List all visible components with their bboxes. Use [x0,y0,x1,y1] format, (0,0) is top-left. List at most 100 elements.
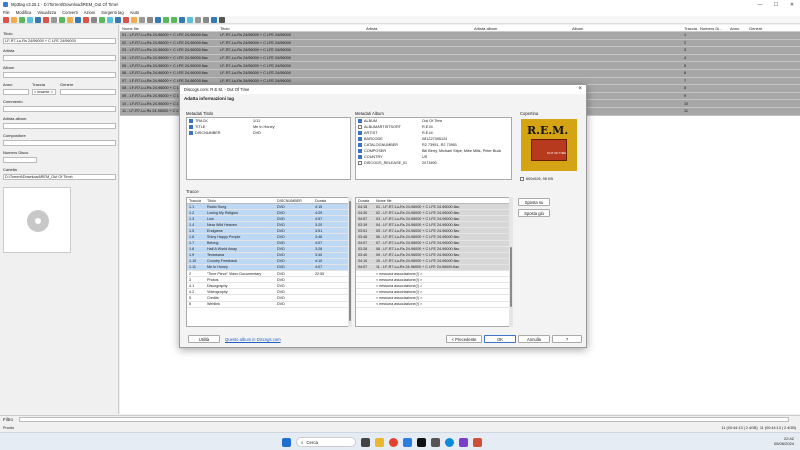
maximize-button[interactable]: ☐ [768,0,784,9]
col-year[interactable]: Anno [728,26,747,31]
toolbar-button-icon-20[interactable] [155,16,161,23]
files-scrollbar[interactable] [509,197,513,327]
col-genre[interactable]: Genere [747,26,787,31]
menu-edit[interactable]: Modifica [16,10,32,15]
close-button[interactable]: ✕ [784,0,800,9]
toolbar-button-icon-13[interactable] [99,16,105,23]
toolbar-button-icon-8[interactable] [59,16,65,23]
chrome-icon[interactable] [389,437,398,447]
app-icon-purple[interactable] [459,437,468,447]
col-album-artist[interactable]: Artista album [472,26,570,31]
tracks-scrollbar[interactable] [348,197,352,327]
menu-tag-sources[interactable]: Sorgenti tag [101,10,124,15]
metadata-checkbox[interactable] [358,119,362,123]
metadata-album-list[interactable]: ALBUM Out Of Time ALBUMARTISTSORT R.E.M. ART… [355,117,512,180]
menu-convert[interactable]: Converti [62,10,78,15]
metadata-row[interactable]: DISCNUMBER DVD [187,130,350,136]
toolbar-button-icon-2[interactable] [11,16,17,23]
file-match-row[interactable]: < nessuna associazione(!) > [356,302,511,308]
start-icon[interactable] [282,437,291,447]
taskbar-clock[interactable]: 22:42 05/06/2024 [774,436,794,446]
col-track[interactable]: Traccia [682,26,698,31]
table-row[interactable]: 01 - LF-R7-Lu-Rs 24-96000 + C LFE 24-960… [120,32,800,40]
col-file-name[interactable]: Nome file [374,199,494,203]
discnumber-field[interactable] [3,157,37,163]
col-artist[interactable]: Artista [364,26,472,31]
col-title[interactable]: Titolo [218,26,364,31]
metadata-checkbox[interactable] [358,149,362,153]
table-row[interactable]: 06 - LF-R7-Lu-Rs 24-96000 + C LFE 24-960… [120,69,800,78]
toolbar-button-icon-16[interactable] [123,16,129,23]
toolbar-button-icon-1[interactable] [3,16,9,23]
title-field[interactable]: LF-R7-Lu-Rs 24/96000 + C LFE 24/96000 [3,38,116,44]
help-button[interactable]: ? [552,335,582,343]
album-field[interactable] [3,72,116,78]
taskbar-search[interactable]: ⌕ Cerca [296,437,356,447]
task-view-icon[interactable] [361,437,370,447]
metadata-checkbox[interactable] [358,125,362,129]
toolbar-button-icon-11[interactable] [83,16,89,23]
minimize-button[interactable]: — [752,0,768,9]
toolbar-button-icon-28[interactable] [219,16,225,23]
filter-input[interactable] [19,417,789,422]
mp3tag-taskbar-icon[interactable] [473,437,482,447]
track-row[interactable]: 6 Weblink DVD [187,302,350,308]
file-match-list[interactable]: Durata Nome file 04:15 01 - LF-R7-Lu-Rs 2… [355,197,512,327]
toolbar-button-icon-27[interactable] [211,16,217,23]
metadata-row[interactable]: DISCOGS_RELEASE_ID 2073490 [356,160,511,166]
mail-icon[interactable] [403,437,412,447]
metadata-checkbox[interactable] [358,137,362,141]
toolbar-button-icon-25[interactable] [195,16,201,23]
metadata-checkbox[interactable] [358,161,362,165]
cover-art-placeholder[interactable] [3,187,71,253]
metadata-checkbox[interactable] [189,119,193,123]
toolbar-button-icon-3[interactable] [19,16,25,23]
app-icon-dark[interactable] [417,437,426,447]
album-artist-field[interactable] [3,123,116,129]
toolbar-button-icon-12[interactable] [91,16,97,23]
composer-field[interactable] [3,140,116,146]
artist-field[interactable] [3,55,116,61]
cancel-button[interactable]: Annulla [518,335,550,343]
tracks-scroll-thumb[interactable] [349,201,351,321]
menu-actions[interactable]: Azioni [84,10,95,15]
table-row[interactable]: 04 - LF-R7-Lu-Rs 24-96000 + C LFE 24-960… [120,54,800,63]
menu-file[interactable]: File [3,10,10,15]
discogs-album-link[interactable]: Questo album in Discogs.com [225,337,281,342]
file-explorer-icon[interactable] [375,437,384,447]
toolbar-button-icon-22[interactable] [171,16,177,23]
table-row[interactable]: 05 - LF-R7-Lu-Rs 24-96000 + C LFE 24-960… [120,62,800,70]
toolbar-button-icon-15[interactable] [115,16,121,23]
utility-button[interactable]: Utilità [188,335,220,343]
app-icon-grey[interactable] [431,437,440,447]
files-scroll-thumb[interactable] [510,247,512,307]
col-track-title[interactable]: Titolo [205,199,275,203]
toolbar-button-icon-26[interactable] [203,16,209,23]
col-album[interactable]: Album [570,26,682,31]
toolbar-button-icon-17[interactable] [131,16,137,23]
toolbar-button-icon-19[interactable] [147,16,153,23]
table-row[interactable]: 02 - LF-R7-Lu-Rs 24-96000 + C LFE 24-960… [120,39,800,48]
comment-field[interactable] [3,106,116,112]
col-track-discnumber[interactable]: DISCNUMBER [275,199,313,203]
toolbar-button-icon-10[interactable] [75,16,81,23]
toolbar-button-icon-18[interactable] [139,16,145,23]
metadata-checkbox[interactable] [189,131,193,135]
menu-view[interactable]: Visualizza [37,10,56,15]
edge-icon[interactable] [445,437,454,447]
move-up-button[interactable]: Sposta su [518,198,550,206]
album-cover-image[interactable]: R.E.M. OUT OF TIME [521,119,577,171]
metadata-checkbox[interactable] [358,143,362,147]
toolbar-button-icon-23[interactable] [179,16,185,23]
metadata-checkbox[interactable] [358,131,362,135]
cover-checkbox[interactable] [520,177,524,181]
track-field[interactable]: < insante > [32,89,56,95]
toolbar-button-icon-7[interactable] [51,16,57,23]
toolbar-button-icon-21[interactable] [163,16,169,23]
col-track-number[interactable]: Traccia [187,199,205,203]
metadata-checkbox[interactable] [358,155,362,159]
metadata-title-list[interactable]: TRACK 1/11 TITLE Me In Honey DISCNUMBER DVD [186,117,351,180]
toolbar-button-icon-14[interactable] [107,16,113,23]
col-discnumber[interactable]: Numero Di... [698,26,728,31]
menu-help[interactable]: Aiuto [130,10,140,15]
